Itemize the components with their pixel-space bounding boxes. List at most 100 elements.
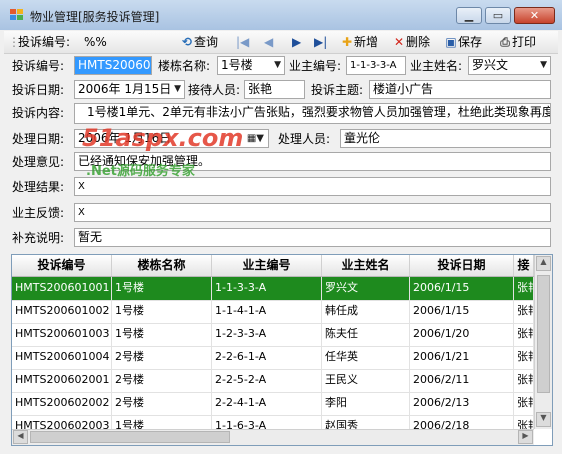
handle-date-label: 处理日期: [12, 132, 65, 146]
table-cell: 1-1-4-1-A [212, 300, 322, 323]
save-button[interactable]: ▣保存 [444, 34, 482, 50]
complaint-no-field[interactable]: HMTS200601001 [74, 56, 152, 75]
receiver-label: 接待人员: [188, 83, 241, 97]
table-row[interactable]: HMTS2006020022号楼2-2-4-1-A李阳2006/2/13张艳 [12, 392, 534, 416]
last-icon: ▶| [314, 35, 328, 49]
table-cell: 1号楼 [112, 300, 212, 323]
scroll-left-arrow[interactable]: ◀ [13, 430, 28, 444]
scroll-right-arrow[interactable]: ▶ [518, 430, 533, 444]
table-row[interactable]: HMTS2006010021号楼1-1-4-1-A韩任成2006/1/15张艳 [12, 300, 534, 324]
column-header[interactable]: 投诉编号 [12, 255, 112, 276]
feedback-label: 业主反馈: [12, 206, 65, 220]
result-field[interactable]: X [74, 177, 551, 196]
prev-record-button[interactable]: ◀ [264, 34, 273, 50]
search-input[interactable]: %% [84, 34, 174, 50]
table-cell: 2-2-6-1-A [212, 346, 322, 369]
column-header[interactable]: 楼栋名称 [112, 255, 212, 276]
note-label: 补充说明: [12, 231, 65, 245]
new-button[interactable]: ✚ 新增 [340, 34, 378, 50]
maximize-icon: ▭ [492, 9, 504, 22]
next-record-button[interactable]: ▶ [292, 34, 301, 50]
table-cell: 张艳 [514, 346, 534, 369]
handler-field[interactable]: 童光伦 [340, 129, 551, 148]
building-select[interactable]: 1号楼 ▼ [217, 56, 285, 75]
complaint-date-value: 2006年 1月15日 [78, 82, 172, 96]
refresh-search-icon: ⟲ [181, 35, 193, 49]
chevron-down-icon: ▼ [274, 60, 281, 70]
save-label: 保存 [458, 35, 483, 49]
scroll-down-arrow[interactable]: ▼ [536, 412, 551, 427]
complaint-no-label: 投诉编号: [12, 59, 65, 73]
plus-icon: ✚ [341, 35, 353, 49]
table-cell: 张艳 [514, 392, 534, 415]
window-title: 物业管理[服务投诉管理] [30, 10, 160, 24]
delete-label: 删除 [406, 35, 431, 49]
table-cell: 1-1-3-3-A [212, 277, 322, 300]
query-label: 查询 [194, 35, 219, 49]
complaint-date-picker[interactable]: 2006年 1月15日 ▼ [74, 80, 185, 99]
chevron-down-icon: ▼ [540, 60, 547, 70]
title-bar: 物业管理[服务投诉管理] ▁ ▭ ✕ [0, 0, 562, 30]
table-cell: 2006/1/15 [410, 300, 514, 323]
subject-label: 投诉主题: [311, 83, 364, 97]
table-cell: 张艳 [514, 323, 534, 346]
subject-field[interactable]: 楼道小广告 [369, 80, 551, 99]
table-cell: HMTS200602001 [12, 369, 112, 392]
owner-no-field[interactable]: 1-1-3-3-A [346, 56, 406, 75]
owner-name-select[interactable]: 罗兴文 ▼ [468, 56, 551, 75]
table-cell: 1-2-3-3-A [212, 323, 322, 346]
last-record-button[interactable]: ▶| [314, 34, 327, 50]
table-row[interactable]: HMTS2006010042号楼2-2-6-1-A任华英2006/1/21张艳 [12, 346, 534, 370]
complaints-grid[interactable]: 投诉编号 楼栋名称 业主编号 业主姓名 投诉日期接 HMTS200601001 1号楼 1-… [11, 254, 553, 446]
main-window: 物业管理[服务投诉管理] ▁ ▭ ✕ ⋮ 投诉编号: %% ⟲ 查询 |◀ ◀ ▶… [0, 0, 562, 454]
table-cell: HMTS200602002 [12, 392, 112, 415]
table-cell: 2-2-5-2-A [212, 369, 322, 392]
feedback-field[interactable]: X [74, 203, 551, 222]
table-cell: 王民义 [322, 369, 410, 392]
column-header[interactable]: 业主编号 [212, 255, 322, 276]
column-header[interactable]: 投诉日期 [410, 255, 514, 276]
close-button[interactable]: ✕ [514, 7, 555, 24]
printer-icon: ⎙ [500, 35, 510, 49]
table-row[interactable]: HMTS2006020012号楼2-2-5-2-A王民义2006/2/11张艳 [12, 369, 534, 393]
print-label: 打印 [512, 35, 537, 49]
owner-name-value: 罗兴文 [472, 58, 509, 72]
delete-icon: ✕ [393, 35, 405, 49]
delete-button[interactable]: ✕ 删除 [392, 34, 430, 50]
note-field[interactable]: 暂无 [74, 228, 551, 247]
maximize-button[interactable]: ▭ [485, 7, 511, 24]
handler-label: 处理人员: [278, 132, 331, 146]
print-button[interactable]: ⎙ 打印 [498, 34, 536, 50]
table-cell: 2006/1/20 [410, 323, 514, 346]
table-cell: 2号楼 [112, 392, 212, 415]
table-cell: 张艳 [514, 300, 534, 323]
column-header[interactable]: 业主姓名 [322, 255, 410, 276]
first-record-button[interactable]: |◀ [236, 34, 249, 50]
table-cell: 张艳 [514, 369, 534, 392]
minimize-icon: ▁ [464, 9, 474, 22]
query-button[interactable]: ⟲ 查询 [180, 34, 218, 50]
floppy-icon: ▣ [445, 35, 457, 49]
scroll-thumb[interactable] [537, 275, 550, 393]
building-label: 楼栋名称: [158, 59, 211, 73]
table-cell: HMTS200601001 [12, 277, 112, 300]
table-cell: 韩任成 [322, 300, 410, 323]
content-field[interactable]: 1号楼1单元、2单元有非法小广告张贴，强烈要求物管人员加强管理，杜绝此类现象再度 [74, 103, 551, 124]
column-header[interactable]: 接 [514, 255, 534, 276]
table-cell: 任华英 [322, 346, 410, 369]
receiver-field[interactable]: 张艳 [244, 80, 305, 99]
table-row[interactable]: HMTS2006010011号楼1-1-3-3-A罗兴文2006/1/15张艳 [12, 277, 534, 301]
prev-icon: ◀ [264, 35, 274, 49]
vertical-scrollbar[interactable]: ▲ ▼ [534, 255, 552, 429]
horizontal-scroll-thumb[interactable] [30, 431, 230, 443]
scroll-up-arrow[interactable]: ▲ [536, 256, 551, 271]
table-cell: HMTS200601004 [12, 346, 112, 369]
table-row[interactable]: HMTS2006010031号楼1-2-3-3-A陈夫任2006/1/20张艳 [12, 323, 534, 347]
table-cell: 罗兴文 [322, 277, 410, 300]
horizontal-scrollbar[interactable]: ◀ ▶ [12, 429, 534, 445]
table-cell: 李阳 [322, 392, 410, 415]
close-icon: ✕ [529, 9, 540, 22]
minimize-button[interactable]: ▁ [456, 7, 482, 24]
owner-name-label: 业主姓名: [410, 59, 463, 73]
result-label: 处理结果: [12, 180, 65, 194]
